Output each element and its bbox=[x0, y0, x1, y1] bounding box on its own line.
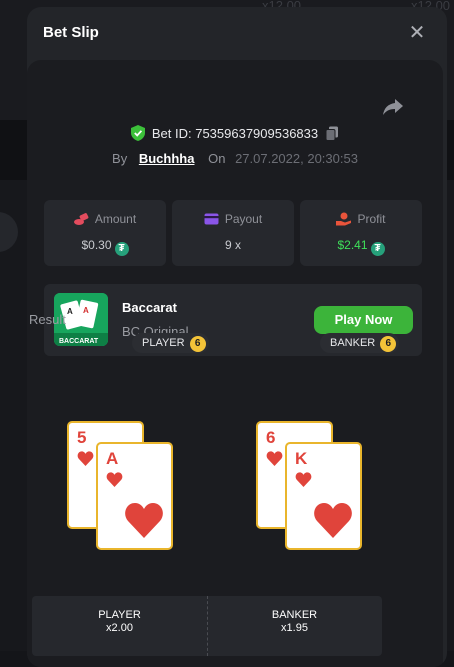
banker-card-2: K bbox=[285, 442, 362, 550]
bet-date: 27.07.2022, 20:30:53 bbox=[235, 151, 358, 166]
player-label: PLAYER bbox=[142, 337, 185, 349]
player-score-tag: PLAYER 6 bbox=[132, 333, 209, 353]
usdt-tether-icon: ₮ bbox=[371, 242, 385, 256]
odds-player[interactable]: PLAYER x2.00 bbox=[32, 596, 207, 656]
close-icon[interactable]: ✕ bbox=[407, 23, 427, 43]
usdt-tether-icon: ₮ bbox=[115, 242, 129, 256]
card-rank: A bbox=[106, 449, 118, 469]
odds-player-name: PLAYER bbox=[32, 609, 207, 621]
stat-amount-value: $0.30 bbox=[81, 238, 111, 252]
bet-author-row: By Buchhha On 27.07.2022, 20:30:53 bbox=[27, 151, 443, 166]
username-link[interactable]: Buchhha bbox=[139, 151, 195, 166]
bet-id-row: Bet ID: 75359637909536833 bbox=[27, 125, 443, 141]
heart-icon bbox=[266, 451, 283, 466]
verified-shield-icon bbox=[131, 125, 145, 141]
stat-amount: Amount $0.30 ₮ bbox=[44, 200, 166, 266]
card-rank: K bbox=[295, 449, 307, 469]
stat-profit-label: Profit bbox=[357, 212, 385, 226]
odds-table: PLAYER x2.00 BANKER x1.95 bbox=[32, 596, 382, 656]
odds-banker-multiplier: x1.95 bbox=[207, 622, 382, 634]
by-label: By bbox=[112, 151, 127, 166]
banker-score-badge: 6 bbox=[380, 336, 396, 352]
stat-amount-value-row: $0.30 ₮ bbox=[44, 238, 166, 256]
stat-profit-value-row: $2.41 ₮ bbox=[300, 238, 422, 256]
stat-profit: Profit $2.41 ₮ bbox=[300, 200, 422, 266]
share-icon[interactable] bbox=[382, 97, 404, 117]
odds-banker[interactable]: BANKER x1.95 bbox=[207, 596, 382, 656]
hand-coin-icon bbox=[336, 212, 351, 226]
heart-icon bbox=[77, 451, 94, 466]
on-label: On bbox=[208, 151, 225, 166]
modal-title: Bet Slip bbox=[43, 24, 99, 41]
odds-player-multiplier: x2.00 bbox=[32, 622, 207, 634]
bet-id-suffix: 3 bbox=[311, 126, 318, 141]
copy-icon[interactable] bbox=[325, 126, 339, 141]
game-name: Baccarat bbox=[122, 300, 177, 315]
banker-label: BANKER bbox=[330, 337, 375, 349]
bet-stats: Amount $0.30 ₮ Payout 9 x bbox=[44, 200, 422, 266]
result-label: Result bbox=[29, 312, 66, 327]
stat-profit-label-row: Profit bbox=[300, 212, 422, 226]
svg-text:A: A bbox=[67, 307, 73, 316]
modal-header: Bet Slip ✕ bbox=[27, 7, 447, 59]
wallet-card-icon bbox=[204, 212, 219, 226]
bet-detail-panel: Bet ID: 75359637909536833 By Buchhha On … bbox=[27, 60, 443, 667]
bet-id: Bet ID: 7535963790953683 bbox=[152, 126, 311, 141]
heart-icon bbox=[124, 502, 164, 538]
stat-profit-value: $2.41 bbox=[337, 238, 367, 252]
coins-stack-icon bbox=[74, 212, 89, 226]
stat-payout: Payout 9 x bbox=[172, 200, 294, 266]
banker-score-tag: BANKER 6 bbox=[320, 333, 399, 353]
heart-icon bbox=[313, 502, 353, 538]
play-now-button[interactable]: Play Now bbox=[314, 306, 413, 334]
card-rank: 6 bbox=[266, 428, 275, 448]
card-rank: 5 bbox=[77, 428, 86, 448]
stat-payout-value: 9 x bbox=[172, 238, 294, 252]
stat-payout-label-row: Payout bbox=[172, 212, 294, 226]
stat-amount-label: Amount bbox=[95, 212, 136, 226]
player-score-badge: 6 bbox=[190, 336, 206, 352]
stat-amount-label-row: Amount bbox=[44, 212, 166, 226]
background-avatar bbox=[0, 212, 18, 252]
thumb-logo-text: BACCARAT bbox=[59, 338, 99, 345]
player-card-2: A bbox=[96, 442, 173, 550]
stat-payout-label: Payout bbox=[225, 212, 262, 226]
heart-icon bbox=[295, 472, 312, 487]
heart-icon bbox=[106, 472, 123, 487]
odds-banker-name: BANKER bbox=[207, 609, 382, 621]
svg-text:A: A bbox=[83, 306, 89, 315]
